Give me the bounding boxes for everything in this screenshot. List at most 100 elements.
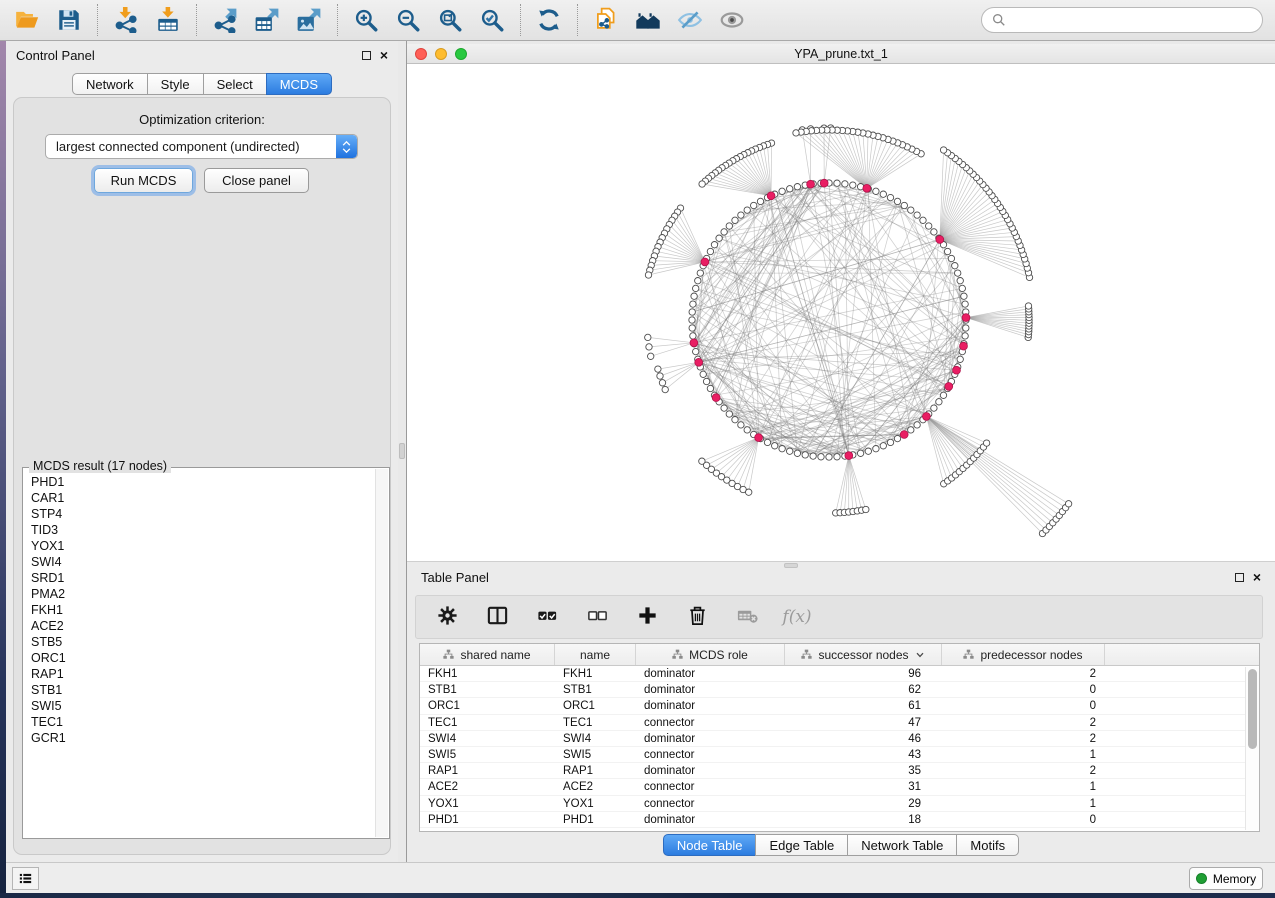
refresh-view-button[interactable] (528, 3, 570, 37)
open-file-icon (14, 7, 40, 33)
open-file-button[interactable] (6, 3, 48, 37)
export-network-button[interactable] (204, 3, 246, 37)
table-row[interactable]: ORC1ORC1dominator610 (420, 698, 1259, 714)
tab-motifs[interactable]: Motifs (956, 834, 1019, 856)
network-node (944, 248, 950, 254)
mcds-result-item[interactable]: TEC1 (31, 714, 375, 730)
mcds-result-item[interactable]: ACE2 (31, 618, 375, 634)
tab-select[interactable]: Select (203, 73, 267, 95)
column-header-shared-name[interactable]: shared name (420, 644, 555, 665)
delete-column-button[interactable] (682, 601, 712, 633)
network-node (940, 392, 946, 398)
mcds-result-item[interactable]: STB1 (31, 682, 375, 698)
float-window-icon[interactable] (362, 51, 371, 60)
tab-style[interactable]: Style (147, 73, 204, 95)
table-row[interactable]: TEC1TEC1connector472 (420, 715, 1259, 731)
table-scrollbar[interactable] (1245, 667, 1259, 830)
table-row[interactable]: SWI5SWI5connector431 (420, 747, 1259, 763)
export-table-button[interactable] (246, 3, 288, 37)
table-scrollbar-thumb[interactable] (1248, 669, 1257, 749)
table-options-button[interactable] (432, 601, 462, 633)
run-mcds-button[interactable]: Run MCDS (94, 168, 193, 193)
mcds-result-item[interactable]: TID3 (31, 522, 375, 538)
mcds-result-item[interactable]: SWI5 (31, 698, 375, 714)
selected-criterion: largest connected component (undirected) (46, 139, 336, 154)
column-header-name[interactable]: name (555, 644, 636, 665)
task-history-button[interactable] (12, 867, 39, 890)
zoom-out-button[interactable] (387, 3, 429, 37)
mcds-result-item[interactable]: FKH1 (31, 602, 375, 618)
mcds-result-item[interactable]: CAR1 (31, 490, 375, 506)
cell-predecessor-nodes: 0 (942, 682, 1105, 697)
network-canvas[interactable] (407, 64, 1275, 561)
tab-node-table[interactable]: Node Table (663, 834, 757, 856)
memory-button[interactable]: Memory (1189, 867, 1263, 890)
column-header-successor-nodes[interactable]: successor nodes (785, 644, 942, 665)
search-input[interactable] (1012, 13, 1252, 27)
table-row[interactable]: YOX1YOX1connector291 (420, 796, 1259, 812)
tab-mcds[interactable]: MCDS (266, 73, 332, 95)
network-node (689, 317, 695, 323)
column-view-button[interactable] (482, 601, 512, 633)
close-table-panel-icon[interactable]: × (1253, 572, 1261, 582)
table-row[interactable]: SWI4SWI4dominator462 (420, 731, 1259, 747)
close-window-icon[interactable] (415, 48, 427, 60)
deselect-all-button[interactable] (582, 601, 612, 633)
float-table-panel-icon[interactable] (1235, 573, 1244, 582)
mcds-result-item[interactable]: RAP1 (31, 666, 375, 682)
zoom-in-button[interactable] (345, 3, 387, 37)
mcds-list-scrollbar[interactable] (375, 469, 388, 837)
mcds-result-item[interactable]: ORC1 (31, 650, 375, 666)
new-network-from-selection-button[interactable] (585, 3, 627, 37)
maximize-window-icon[interactable] (455, 48, 467, 60)
mcds-result-item[interactable]: STB5 (31, 634, 375, 650)
save-session-button[interactable] (48, 3, 90, 37)
table-row[interactable]: STB1STB1dominator620 (420, 682, 1259, 698)
table-row[interactable]: RAP1RAP1dominator352 (420, 763, 1259, 779)
minimize-window-icon[interactable] (435, 48, 447, 60)
table-row[interactable]: ACE2ACE2connector311 (420, 779, 1259, 795)
sort-chevron-icon (915, 650, 925, 660)
table-row[interactable]: FKH1FKH1dominator962 (420, 666, 1259, 682)
hide-selected-button[interactable] (669, 3, 711, 37)
mcds-result-item[interactable]: YOX1 (31, 538, 375, 554)
column-header-MCDS-role[interactable]: MCDS role (636, 644, 785, 665)
panel-splitter[interactable] (398, 41, 407, 862)
select-all-button[interactable] (532, 601, 562, 633)
optimization-criterion-select[interactable]: largest connected component (undirected) (45, 134, 358, 159)
add-column-button[interactable] (632, 601, 662, 633)
mcds-result-item[interactable]: PMA2 (31, 586, 375, 602)
tab-network-table[interactable]: Network Table (847, 834, 957, 856)
import-table-button[interactable] (147, 3, 189, 37)
column-header-predecessor-nodes[interactable]: predecessor nodes (942, 644, 1105, 665)
cell-successor-nodes: 29 (785, 796, 942, 811)
network-graph[interactable] (407, 64, 1275, 561)
mcds-result-item[interactable]: PHD1 (31, 474, 375, 490)
network-node (732, 217, 738, 223)
network-node (707, 248, 713, 254)
close-panel-icon[interactable]: × (380, 50, 388, 60)
export-image-button[interactable] (288, 3, 330, 37)
network-node (1025, 303, 1031, 309)
table-row[interactable]: PHD1PHD1dominator180 (420, 812, 1259, 828)
search-box[interactable] (981, 7, 1263, 33)
splitter-grabber[interactable] (399, 443, 405, 459)
import-network-button[interactable] (105, 3, 147, 37)
zoom-selected-icon (479, 7, 505, 33)
close-panel-button[interactable]: Close panel (204, 168, 309, 193)
zoom-fit-button[interactable] (429, 3, 471, 37)
mcds-result-item[interactable]: GCR1 (31, 730, 375, 746)
mcds-result-item[interactable]: SRD1 (31, 570, 375, 586)
tab-edge-table[interactable]: Edge Table (755, 834, 848, 856)
tab-network[interactable]: Network (72, 73, 148, 95)
show-graphics-details-button[interactable] (711, 3, 753, 37)
mcds-result-item[interactable]: STP4 (31, 506, 375, 522)
network-titlebar[interactable]: YPA_prune.txt_1 (407, 44, 1275, 64)
network-node (690, 301, 696, 307)
network-node (757, 198, 763, 204)
zoom-selected-button[interactable] (471, 3, 513, 37)
cell-successor-nodes: 47 (785, 715, 942, 730)
cell-MCDS-role: connector (636, 715, 785, 730)
first-neighbors-button[interactable] (627, 3, 669, 37)
mcds-result-item[interactable]: SWI4 (31, 554, 375, 570)
